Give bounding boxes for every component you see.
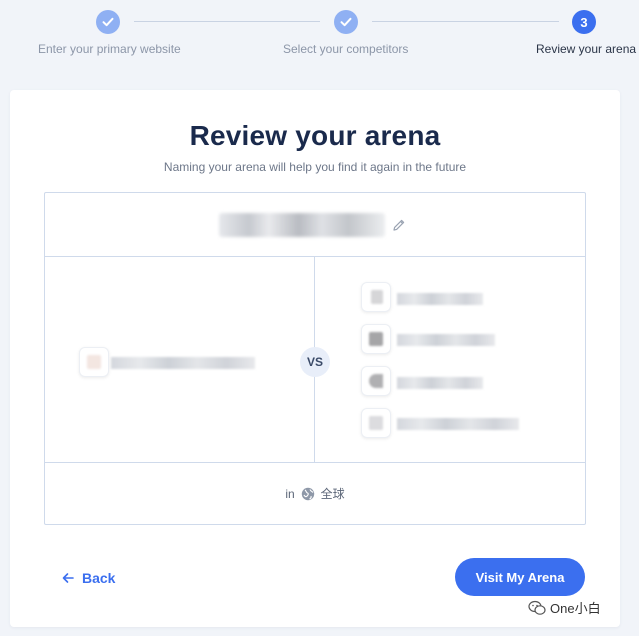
- region-prefix: in: [285, 486, 295, 501]
- competitor-favicon: [361, 366, 391, 396]
- step-1-complete: [96, 10, 120, 34]
- region-info: in 全球: [45, 485, 585, 502]
- step-3-active: 3: [572, 10, 596, 34]
- primary-site-redacted: [111, 357, 255, 369]
- step-2-label: Select your competitors: [283, 42, 409, 56]
- arena-summary: VS in 全球: [44, 192, 586, 525]
- step-connector: [372, 21, 559, 22]
- competitor-favicon: [361, 408, 391, 438]
- visit-arena-button[interactable]: Visit My Arena: [455, 558, 585, 596]
- arena-name-redacted[interactable]: [219, 213, 385, 237]
- step-2-complete: [334, 10, 358, 34]
- step-number: 3: [580, 14, 588, 30]
- page-title: Review your arena: [189, 120, 441, 151]
- page-subtitle: Naming your arena will help you find it …: [163, 160, 467, 174]
- competitor-redacted: [397, 293, 483, 305]
- vs-badge: VS: [300, 347, 330, 377]
- region-name: 全球: [320, 487, 345, 501]
- competitor-redacted: [397, 334, 495, 346]
- back-label: Back: [82, 570, 116, 586]
- watermark: One小白: [528, 598, 601, 617]
- arena-name-row: [45, 193, 585, 257]
- primary-site-favicon: [79, 347, 109, 377]
- region-row: in 全球: [45, 463, 585, 525]
- check-icon: [340, 17, 352, 27]
- competitor-favicon: [361, 324, 391, 354]
- wechat-icon: [528, 600, 546, 615]
- progress-stepper: 3 Enter your primary website Select your…: [0, 8, 639, 64]
- step-connector: [134, 21, 320, 22]
- check-icon: [102, 17, 114, 27]
- competitor-redacted: [397, 377, 483, 389]
- globe-icon: [301, 487, 314, 500]
- competition-row: VS: [45, 257, 585, 463]
- watermark-text: One小白: [550, 601, 601, 616]
- arrow-left-icon: [62, 573, 74, 583]
- step-1-label: Enter your primary website: [38, 42, 181, 56]
- competitor-redacted: [397, 418, 519, 430]
- back-button[interactable]: Back: [62, 568, 115, 588]
- step-3-label: Review your arena: [536, 42, 637, 56]
- review-card: Review your arena Naming your arena will…: [10, 90, 620, 627]
- competitor-favicon: [361, 282, 391, 312]
- pencil-icon[interactable]: [392, 218, 406, 232]
